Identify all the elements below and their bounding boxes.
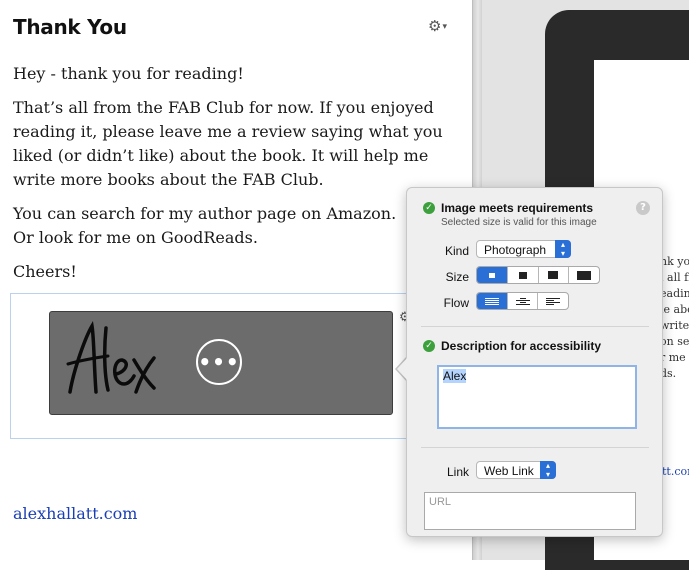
paragraph: Hey - thank you for reading! [13, 64, 244, 83]
preview-text: on sea [660, 335, 689, 348]
preview-text: nk you [660, 255, 689, 268]
size-medium-button[interactable] [508, 267, 539, 283]
accessibility-text: Alex [443, 369, 467, 383]
kind-dropdown[interactable]: Photograph ▴ ▾ [476, 240, 571, 258]
gear-icon: ⚙ [428, 18, 442, 35]
status-title: Image meets requirements [441, 201, 594, 215]
signature-image[interactable]: ••• [49, 311, 393, 415]
chevron-updown-icon: ▴ ▾ [540, 461, 556, 479]
flow-segmented-control[interactable] [476, 292, 569, 310]
popover-arrow-inner [397, 357, 408, 381]
chevron-updown-icon: ▴ ▾ [555, 240, 571, 258]
checkmark-icon: ✓ [423, 202, 435, 214]
section-divider [421, 326, 649, 327]
chevron-down-icon: ▾ [442, 21, 447, 31]
author-website-link[interactable]: alexhallatt.com [13, 504, 137, 523]
more-options-icon[interactable]: ••• [196, 339, 242, 385]
handwritten-signature [66, 321, 156, 394]
status-subtitle: Selected size is valid for this image [441, 217, 597, 228]
accessibility-title: Description for accessibility [441, 339, 602, 353]
paragraph: That’s all from the FAB Club for now. If… [13, 98, 443, 189]
preview-text: l all fr [660, 271, 689, 284]
preview-text: r me o [660, 351, 689, 364]
paragraph: Or look for me on GoodReads. [13, 228, 258, 247]
paragraph: You can search for my author page on Ama… [13, 204, 397, 223]
gear-menu-button[interactable]: ⚙▾ [428, 17, 447, 35]
checkmark-icon: ✓ [423, 340, 435, 352]
size-small-button[interactable] [477, 267, 508, 283]
flow-center-button[interactable] [508, 293, 539, 309]
help-icon[interactable]: ? [636, 201, 650, 215]
url-input[interactable]: URL [424, 492, 636, 530]
accessibility-description-field[interactable]: Alex [437, 365, 637, 429]
page-heading: Thank You [13, 15, 127, 39]
preview-text: eading [660, 287, 689, 300]
link-label: Link [446, 465, 469, 479]
flow-label: Flow [443, 296, 469, 310]
preview-text: le abou [660, 303, 689, 316]
preview-link: tt.com [662, 465, 689, 478]
body-text[interactable]: Hey - thank you for reading! That’s all … [13, 62, 453, 294]
kind-value: Photograph [484, 243, 547, 257]
size-large-button[interactable] [539, 267, 570, 283]
link-type-value: Web Link [484, 464, 534, 478]
size-segmented-control[interactable] [476, 266, 600, 284]
link-type-dropdown[interactable]: Web Link ▴ ▾ [476, 461, 556, 479]
paragraph: Cheers! [13, 262, 77, 281]
flow-wrap-text-button[interactable] [477, 293, 508, 309]
section-divider [421, 447, 649, 448]
editor-pane[interactable]: Thank You ⚙▾ Hey - thank you for reading… [0, 0, 472, 560]
size-label: Size [445, 270, 469, 284]
size-full-width-button[interactable] [569, 267, 599, 283]
selection-edge [10, 293, 11, 438]
image-properties-popover[interactable]: ✓ Image meets requirements Selected size… [406, 187, 663, 537]
preview-text: write m [660, 319, 689, 332]
kind-label: Kind [444, 244, 469, 258]
flow-text-right-button[interactable] [538, 293, 568, 309]
